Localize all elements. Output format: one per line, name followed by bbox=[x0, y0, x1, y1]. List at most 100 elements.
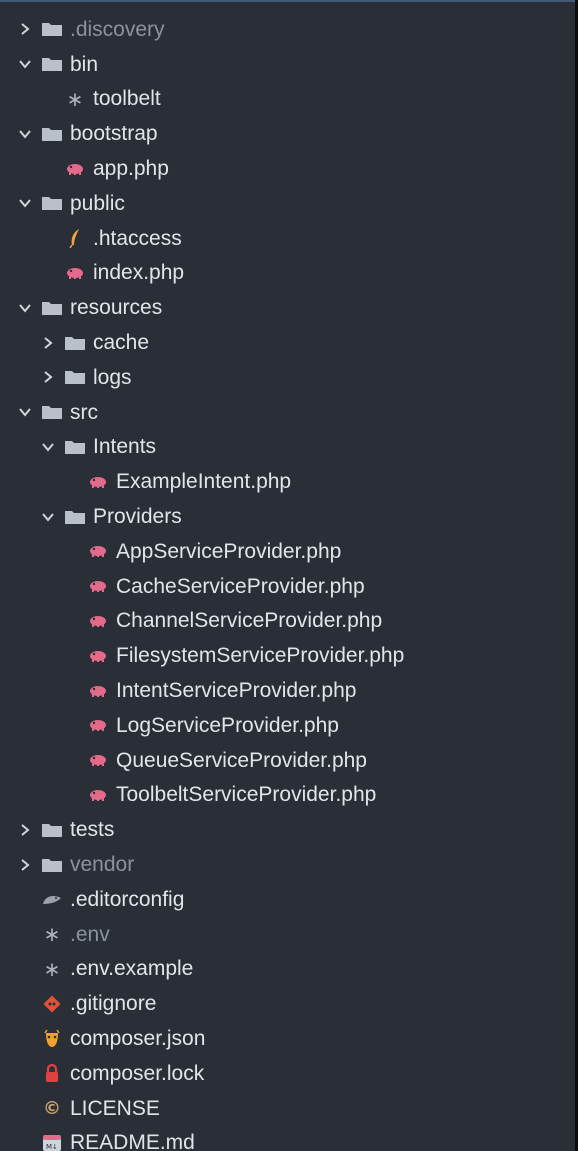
svg-text:M↓: M↓ bbox=[46, 1143, 58, 1151]
tree-item-label: composer.lock bbox=[70, 1061, 205, 1085]
folder-icon bbox=[63, 367, 87, 387]
tree-folder-logs[interactable]: logs bbox=[0, 360, 575, 395]
tree-file-intentserviceprovider-php[interactable]: IntentServiceProvider.php bbox=[0, 673, 575, 708]
folder-icon bbox=[63, 507, 87, 527]
chevron-down-icon[interactable] bbox=[16, 54, 34, 74]
php-elephant-icon bbox=[86, 785, 110, 805]
chevron-right-icon[interactable] bbox=[16, 19, 34, 39]
file-tree: .discovery bin ∗ toolbelt bootstrap app.php pu… bbox=[0, 2, 575, 1151]
tree-item-label: toolbelt bbox=[93, 87, 161, 111]
folder-icon bbox=[40, 193, 64, 213]
tree-item-label: cache bbox=[93, 331, 150, 355]
mouse-icon bbox=[40, 889, 64, 909]
chevron-right-icon[interactable] bbox=[16, 855, 34, 875]
folder-icon bbox=[40, 402, 64, 422]
chevron-down-icon[interactable] bbox=[39, 507, 57, 527]
tree-file-env-example[interactable]: ∗ .env.example bbox=[0, 952, 575, 987]
tree-item-label: .htaccess bbox=[93, 226, 182, 250]
tree-file-toolbelt[interactable]: ∗ toolbelt bbox=[0, 82, 575, 117]
chevron-right-icon[interactable] bbox=[39, 367, 57, 387]
folder-icon bbox=[40, 820, 64, 840]
tree-file-app-php[interactable]: app.php bbox=[0, 151, 575, 186]
tree-item-label: .discovery bbox=[70, 17, 165, 41]
tree-item-label: index.php bbox=[93, 261, 185, 285]
tree-item-label: vendor bbox=[70, 853, 135, 877]
chevron-down-icon[interactable] bbox=[16, 298, 34, 318]
tree-folder-resources[interactable]: resources bbox=[0, 290, 575, 325]
tree-item-label: ExampleIntent.php bbox=[116, 470, 292, 494]
tree-item-label: FilesystemServiceProvider.php bbox=[116, 644, 405, 668]
php-elephant-icon bbox=[63, 263, 87, 283]
tree-item-label: LogServiceProvider.php bbox=[116, 713, 339, 737]
copyright-icon: © bbox=[43, 1097, 61, 1119]
tree-item-label: .env bbox=[70, 922, 110, 946]
tree-item-label: resources bbox=[70, 296, 163, 320]
tree-file-appserviceprovider-php[interactable]: AppServiceProvider.php bbox=[0, 534, 575, 569]
chevron-down-icon[interactable] bbox=[39, 437, 57, 457]
tree-file-logserviceprovider-php[interactable]: LogServiceProvider.php bbox=[0, 708, 575, 743]
php-elephant-icon bbox=[86, 541, 110, 561]
tree-file-license[interactable]: © LICENSE bbox=[0, 1091, 575, 1126]
chevron-down-icon[interactable] bbox=[16, 193, 34, 213]
tree-item-label: composer.json bbox=[70, 1027, 206, 1050]
tree-folder-providers[interactable]: Providers bbox=[0, 499, 575, 534]
tree-file-cacheserviceprovider-php[interactable]: CacheServiceProvider.php bbox=[0, 569, 575, 604]
tree-file-index-php[interactable]: index.php bbox=[0, 256, 575, 291]
feather-icon bbox=[63, 228, 87, 249]
tree-item-label: .editorconfig bbox=[70, 887, 185, 911]
asterisk-icon: ∗ bbox=[43, 956, 61, 981]
tree-file-exampleintent-php[interactable]: ExampleIntent.php bbox=[0, 464, 575, 499]
tree-folder-vendor[interactable]: vendor bbox=[0, 847, 575, 882]
tree-folder-public[interactable]: public bbox=[0, 186, 575, 221]
composer-icon bbox=[40, 1029, 64, 1049]
tree-file-filesystemserviceprovider-php[interactable]: FilesystemServiceProvider.php bbox=[0, 638, 575, 673]
tree-folder-intents[interactable]: Intents bbox=[0, 430, 575, 465]
folder-icon bbox=[63, 333, 87, 353]
tree-file-env[interactable]: ∗ .env bbox=[0, 917, 575, 952]
tree-item-label: AppServiceProvider.php bbox=[116, 539, 342, 563]
tree-file-htaccess[interactable]: .htaccess bbox=[0, 221, 575, 256]
tree-folder-bootstrap[interactable]: bootstrap bbox=[0, 116, 575, 151]
tree-item-label: ToolbeltServiceProvider.php bbox=[116, 783, 377, 807]
chevron-right-icon[interactable] bbox=[39, 333, 57, 353]
php-elephant-icon bbox=[86, 576, 110, 596]
tree-item-label: .gitignore bbox=[70, 992, 157, 1016]
tree-item-label: ChannelServiceProvider.php bbox=[116, 609, 383, 633]
php-elephant-icon bbox=[86, 750, 110, 770]
markdown-icon: M↓ bbox=[40, 1133, 64, 1151]
tree-file-composer-lock[interactable]: composer.lock bbox=[0, 1056, 575, 1091]
tree-folder-cache[interactable]: cache bbox=[0, 325, 575, 360]
php-elephant-icon bbox=[86, 646, 110, 666]
tree-folder-tests[interactable]: tests bbox=[0, 812, 575, 847]
tree-item-label: bin bbox=[70, 52, 99, 76]
tree-file-channelserviceprovider-php[interactable]: ChannelServiceProvider.php bbox=[0, 604, 575, 639]
tree-file-gitignore[interactable]: .gitignore bbox=[0, 986, 575, 1021]
php-elephant-icon bbox=[86, 611, 110, 631]
file-tree-panel: .discovery bin ∗ toolbelt bootstrap app.php pu… bbox=[0, 0, 575, 1151]
folder-icon bbox=[40, 124, 64, 144]
chevron-down-icon[interactable] bbox=[16, 402, 34, 422]
php-elephant-icon bbox=[86, 681, 110, 701]
tree-item-label: QueueServiceProvider.php bbox=[116, 748, 367, 772]
tree-folder-bin[interactable]: bin bbox=[0, 47, 575, 82]
folder-icon bbox=[40, 855, 64, 875]
folder-icon bbox=[63, 437, 87, 457]
tree-item-label: .env.example bbox=[70, 957, 194, 981]
tree-item-label: tests bbox=[70, 818, 115, 842]
tree-file-composer-json[interactable]: composer.json bbox=[0, 1021, 575, 1056]
php-elephant-icon bbox=[63, 159, 87, 179]
tree-file-editorconfig[interactable]: .editorconfig bbox=[0, 882, 575, 917]
chevron-right-icon[interactable] bbox=[16, 820, 34, 840]
tree-item-label: LICENSE bbox=[70, 1096, 160, 1120]
tree-item-label: logs bbox=[93, 365, 132, 389]
tree-item-label: CacheServiceProvider.php bbox=[116, 574, 365, 598]
chevron-down-icon[interactable] bbox=[16, 124, 34, 144]
tree-file-queueserviceprovider-php[interactable]: QueueServiceProvider.php bbox=[0, 743, 575, 778]
git-icon bbox=[40, 994, 64, 1014]
php-elephant-icon bbox=[86, 715, 110, 735]
tree-file-toolbeltserviceprovider-php[interactable]: ToolbeltServiceProvider.php bbox=[0, 778, 575, 813]
tree-file-readme-md[interactable]: M↓ README.md bbox=[0, 1126, 575, 1151]
tree-folder-src[interactable]: src bbox=[0, 395, 575, 430]
tree-folder-discovery[interactable]: .discovery bbox=[0, 12, 575, 47]
tree-item-label: IntentServiceProvider.php bbox=[116, 679, 357, 703]
